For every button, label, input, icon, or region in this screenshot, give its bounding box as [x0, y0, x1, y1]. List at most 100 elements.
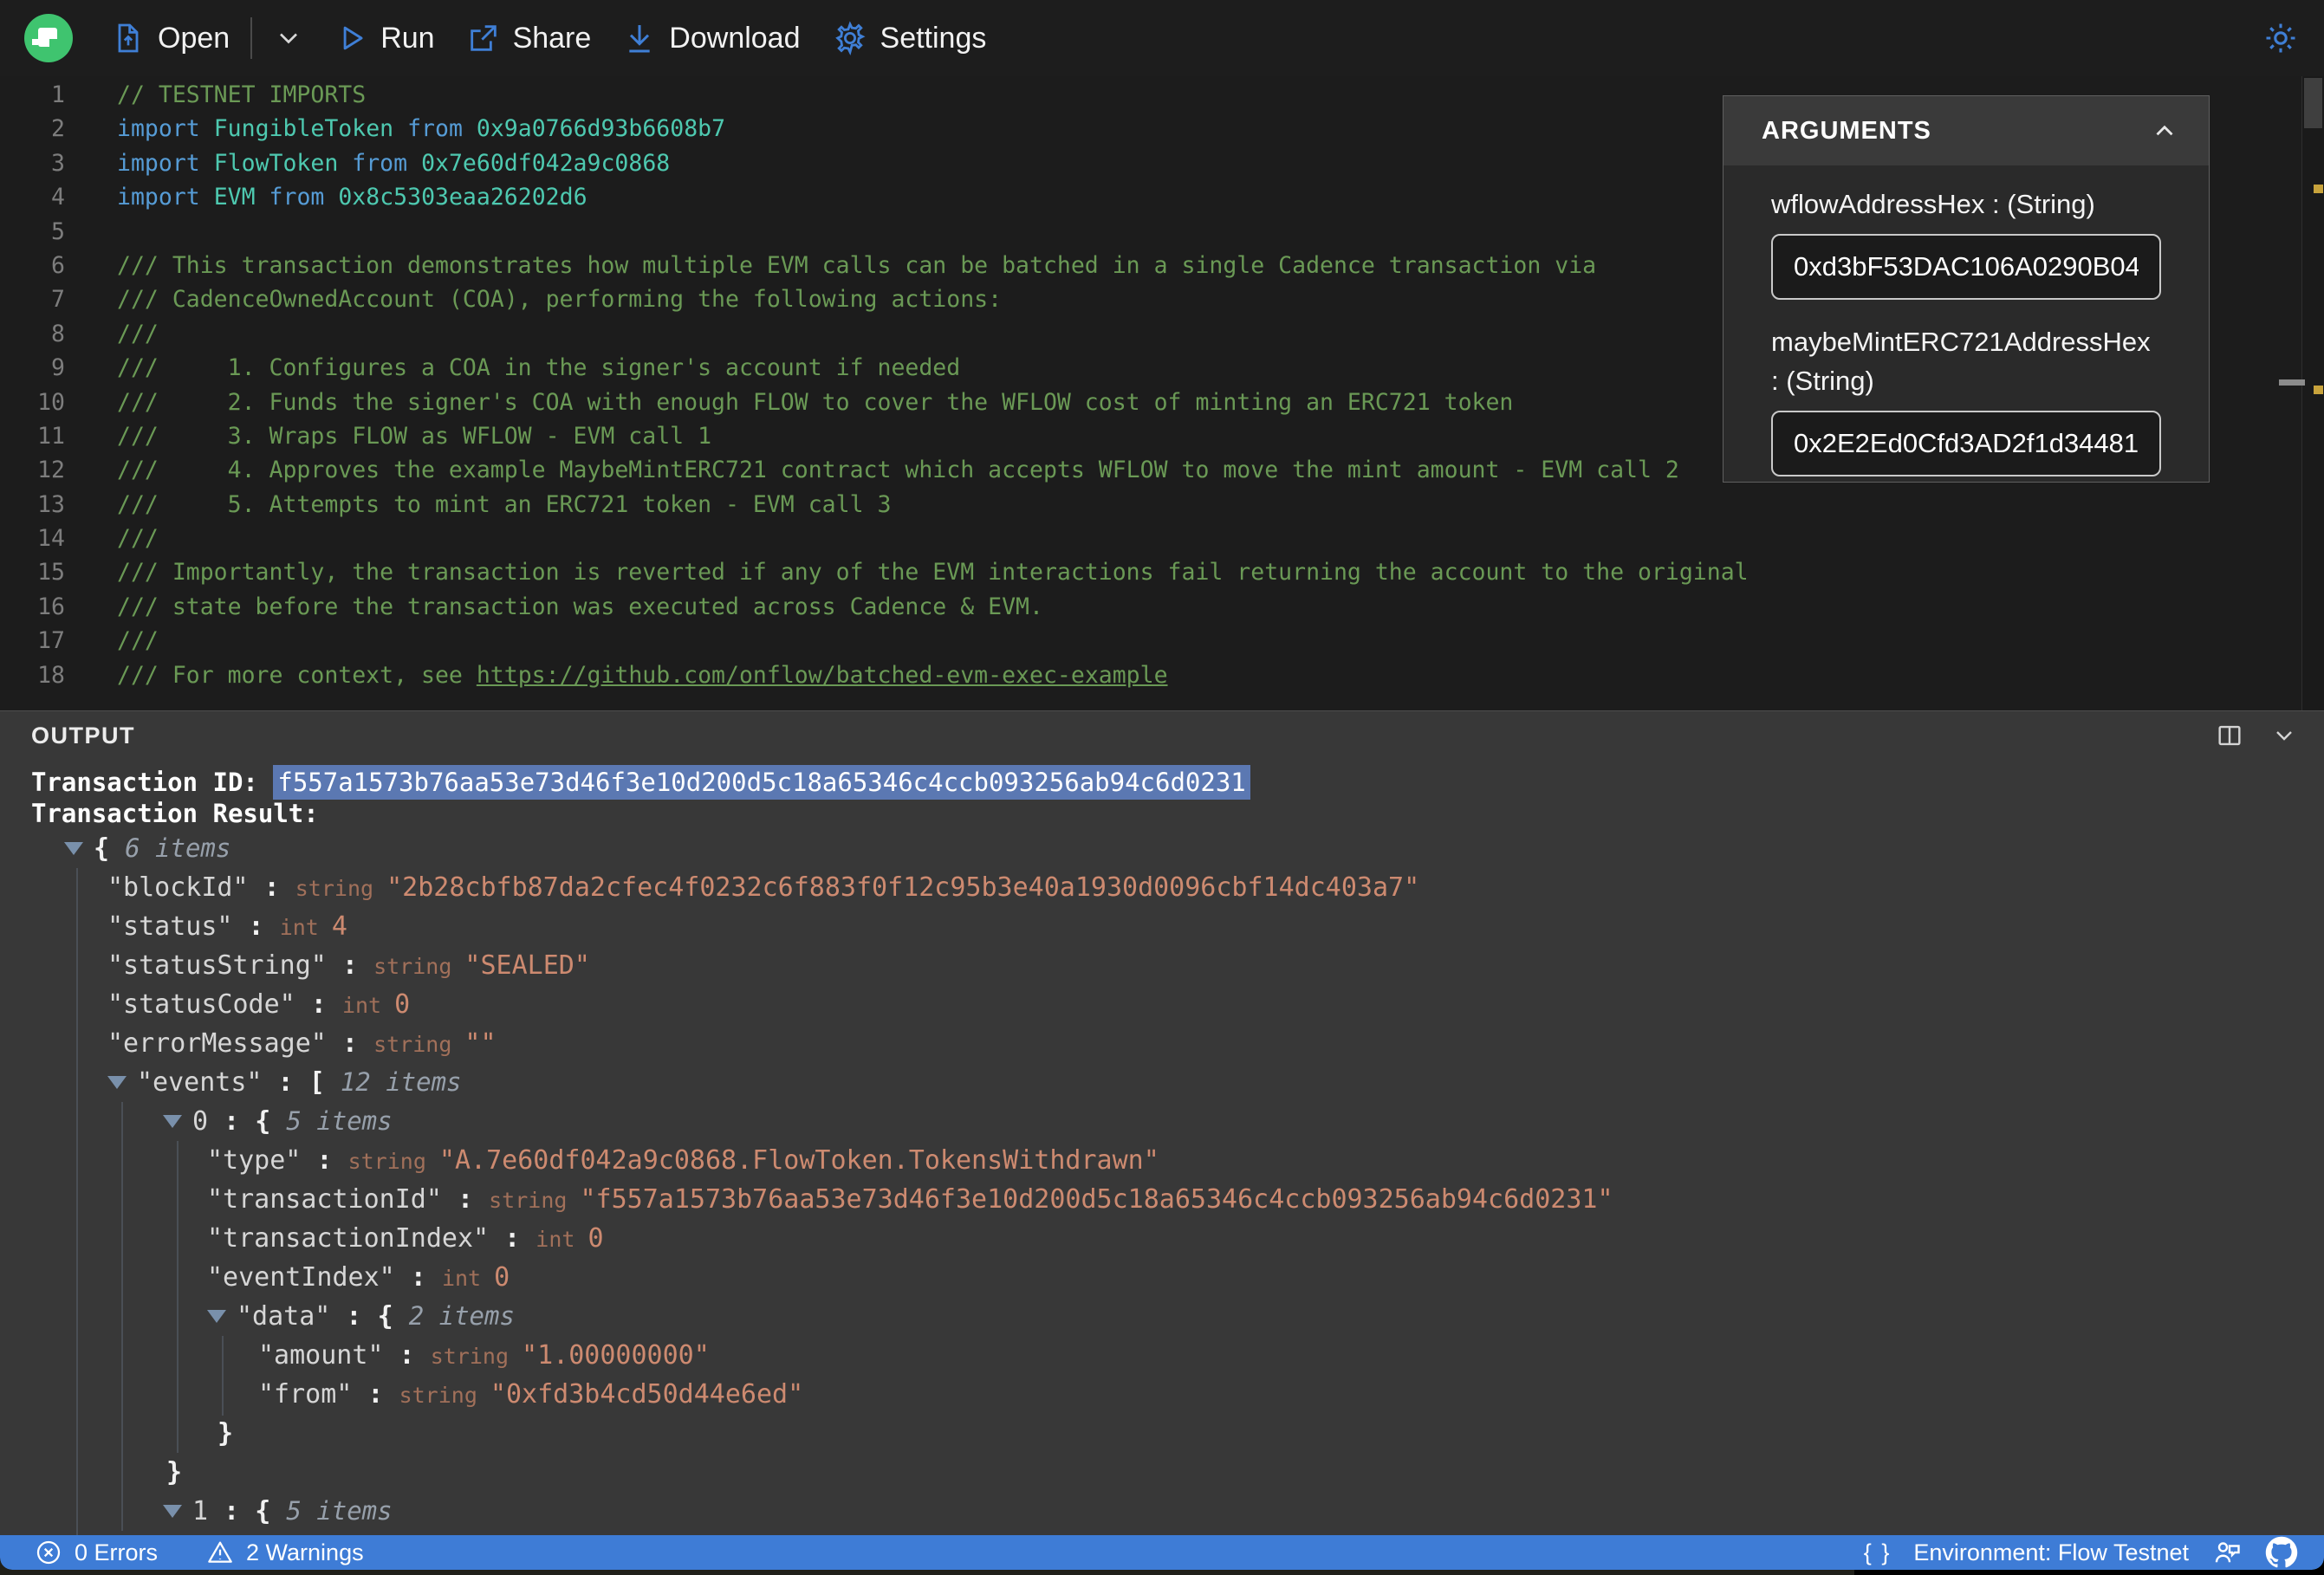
json-tree-row: "eventIndex" : int 0 [207, 1262, 510, 1293]
expand-triangle-icon[interactable] [107, 1076, 127, 1089]
indent-guide [222, 1336, 224, 1416]
collapse-output-chevron-icon[interactable] [2270, 722, 2298, 749]
transaction-id-label: Transaction ID: [31, 768, 274, 797]
expand-triangle-icon[interactable] [163, 1505, 182, 1518]
toolbar: Open Run Share Download Settings [0, 0, 2324, 76]
argument-input-maybemint[interactable] [1771, 411, 2161, 476]
line-number: 10 [37, 388, 65, 416]
json-tree-row: "transactionIndex" : int 0 [207, 1223, 604, 1254]
error-circle-icon [36, 1540, 61, 1565]
arguments-body: wflowAddressHex : (String) maybeMintERC7… [1724, 165, 2209, 499]
code-line[interactable]: 16/// state before the transaction was e… [0, 590, 2324, 624]
json-tree-row[interactable]: 0 : { 5 items [31, 1102, 2324, 1141]
line-number: 18 [37, 661, 65, 689]
json-tree-row: "status" : int 4 [107, 911, 347, 942]
indent-guide [76, 868, 78, 1535]
json-tree-row: "blockId" : string "2b28cbfb87da2cfec4f0… [107, 872, 1420, 903]
json-tree-row: "amount" : string "1.00000000" [258, 1340, 710, 1371]
warning-mark [2314, 386, 2323, 394]
run-button-label: Run [380, 21, 435, 55]
environment-label[interactable]: Environment: Flow Testnet [1913, 1539, 2189, 1566]
argument-input-wflow[interactable] [1771, 234, 2161, 300]
share-button[interactable]: Share [451, 10, 607, 66]
download-icon [629, 25, 650, 53]
json-tree-row[interactable]: "events" : [ 12 items [31, 1063, 2324, 1102]
json-tree-row: } [217, 1418, 234, 1449]
braces-icon: { } [1863, 1539, 1892, 1565]
code-line[interactable]: 18/// For more context, see https://gith… [0, 658, 2324, 692]
line-number: 14 [37, 525, 65, 553]
line-number: 11 [37, 422, 65, 450]
transaction-id-line: Transaction ID: f557a1573b76aa53e73d46f3… [31, 765, 2324, 800]
json-tree-row[interactable]: "data" : { 2 items [31, 1297, 2324, 1336]
output-header: OUTPUT [0, 711, 2324, 760]
json-tree-row: } [166, 1457, 183, 1488]
open-button-label: Open [158, 21, 230, 55]
flow-logo-icon [24, 14, 73, 62]
scrollbar-thumb[interactable] [2304, 78, 2322, 128]
editor-scrollbar[interactable] [2301, 76, 2324, 710]
warning-mark [2314, 185, 2323, 193]
chevron-up-icon[interactable] [2150, 116, 2179, 146]
expand-triangle-icon[interactable] [163, 1115, 182, 1128]
output-panel: OUTPUT Transaction ID: f557a1573b76aa53e… [0, 710, 2324, 1535]
theme-sun-icon[interactable] [2262, 19, 2300, 57]
open-button[interactable]: Open [95, 10, 245, 66]
chevron-down-icon [280, 33, 298, 44]
argument-label-maybemint: maybeMintERC721AddressHex : (String) [1771, 327, 2151, 396]
json-tree-row: "errorMessage" : string "" [107, 1028, 497, 1059]
json-tree-row: "type" : string "A.7e60df042a9c0868.Flow… [207, 1145, 1159, 1176]
open-dropdown-button[interactable] [257, 10, 320, 66]
json-tree-row[interactable]: 1 : { 5 items [31, 1492, 2324, 1531]
download-button[interactable]: Download [607, 10, 815, 66]
expand-triangle-icon[interactable] [207, 1310, 226, 1323]
warnings-label: 2 Warnings [246, 1539, 364, 1565]
arguments-header[interactable]: ARGUMENTS [1724, 96, 2209, 165]
line-number: 9 [51, 354, 65, 382]
output-content: Transaction ID: f557a1573b76aa53e73d46f3… [0, 765, 2324, 1535]
json-tree-row[interactable]: { 6 items [31, 829, 2324, 868]
status-bar: 0 Errors 2 Warnings { } Environment: Flo… [0, 1535, 2324, 1570]
download-button-label: Download [669, 21, 801, 55]
share-button-label: Share [512, 21, 592, 55]
code-line[interactable]: 14/// [0, 522, 2324, 555]
warning-triangle-icon [208, 1541, 232, 1563]
output-title: OUTPUT [31, 722, 135, 749]
expand-triangle-icon[interactable] [64, 842, 83, 855]
overview-marker [2279, 379, 2305, 386]
json-tree-row: "statusCode" : int 0 [107, 989, 411, 1020]
arguments-title: ARGUMENTS [1762, 116, 1931, 145]
json-tree-row: "from" : string "0xfd3b4cd50d44e6ed" [258, 1379, 804, 1410]
toolbar-divider [250, 17, 253, 59]
transaction-result-label: Transaction Result: [31, 799, 319, 828]
code-line[interactable]: 17/// [0, 624, 2324, 658]
transaction-result-line: Transaction Result: [31, 798, 2324, 829]
run-play-icon [343, 26, 363, 50]
settings-gear-icon [834, 21, 865, 56]
github-icon[interactable] [2265, 1536, 2298, 1569]
json-tree-row: "transactionId" : string "f557a1573b76aa… [207, 1184, 1613, 1215]
indent-guide [177, 1141, 179, 1453]
json-result-tree: { 6 items "blockId" : string "2b28cbfb87d… [31, 829, 2324, 1535]
transaction-id-value[interactable]: f557a1573b76aa53e73d46f3e10d200d5c18a653… [273, 765, 1250, 800]
line-number: 2 [51, 115, 65, 143]
json-tree-row: "statusString" : string "SEALED" [107, 950, 590, 981]
warnings-status[interactable]: 2 Warnings [206, 1539, 364, 1566]
share-icon [470, 25, 497, 51]
line-number: 4 [51, 184, 65, 211]
line-number: 3 [51, 149, 65, 177]
argument-label-wflow: wflowAddressHex : (String) [1771, 189, 2095, 219]
feedback-person-icon[interactable] [2211, 1537, 2243, 1568]
errors-status[interactable]: 0 Errors [35, 1539, 158, 1566]
line-number: 17 [37, 627, 65, 655]
line-number: 1 [51, 81, 65, 108]
open-file-icon [118, 23, 139, 53]
arguments-panel: ARGUMENTS wflowAddressHex : (String) may… [1723, 95, 2210, 483]
code-line[interactable]: 15/// Importantly, the transaction is re… [0, 555, 2324, 589]
line-number: 13 [37, 490, 65, 518]
run-button[interactable]: Run [320, 10, 450, 66]
settings-button[interactable]: Settings [816, 10, 1003, 66]
split-view-icon[interactable] [2215, 721, 2244, 750]
line-number: 16 [37, 593, 65, 620]
line-number: 6 [51, 251, 65, 279]
